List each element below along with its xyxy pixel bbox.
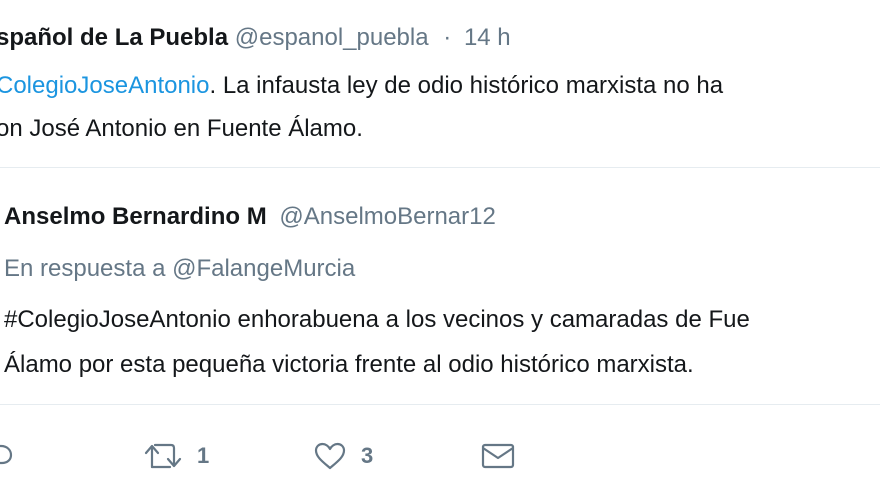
tweet-header: Anselmo Bernardino M @AnselmoBernar12 — [4, 201, 496, 233]
retweet-icon — [144, 443, 182, 469]
author-name[interactable]: Anselmo Bernardino M — [4, 203, 267, 230]
tweet-text-line-2: on José Antonio en Fuente Álamo. — [0, 115, 363, 142]
tweet-actions: 1 3 — [0, 434, 880, 478]
like-button[interactable]: 3 — [313, 434, 373, 478]
timestamp[interactable]: 14 h — [464, 24, 511, 51]
like-count: 3 — [361, 443, 374, 468]
author-handle[interactable]: @AnselmoBernar12 — [279, 203, 495, 230]
reply-context[interactable]: En respuesta a @FalangeMurcia — [4, 253, 355, 285]
tweet-text-line-1: #ColegioJoseAntonio enhorabuena a los ve… — [4, 306, 750, 333]
divider — [0, 404, 880, 405]
retweet-count: 1 — [197, 443, 210, 468]
tweet-text: ColegioJoseAntonio. La infausta ley de o… — [0, 64, 723, 150]
tweet-text-line-2: Álamo por esta pequeña victoria frente a… — [4, 351, 694, 378]
author-handle[interactable]: @espanol_puebla — [235, 24, 429, 51]
tweet-header: spañol de La Puebla @espanol_puebla · 14… — [0, 22, 511, 54]
tweet-text-rest: . La infausta ley de odio histórico marx… — [209, 72, 724, 99]
direct-message-button[interactable] — [481, 434, 515, 478]
separator-dot: · — [443, 24, 452, 51]
reply-button[interactable] — [0, 434, 14, 478]
retweet-button[interactable]: 1 — [143, 434, 209, 478]
author-name[interactable]: spañol de La Puebla — [0, 24, 228, 51]
tweet-text: #ColegioJoseAntonio enhorabuena a los ve… — [4, 297, 750, 387]
hashtag-link[interactable]: ColegioJoseAntonio — [0, 72, 209, 99]
tweet-text-line-1: ColegioJoseAntonio. La infausta ley de o… — [0, 64, 723, 107]
tweet-parent[interactable]: spañol de La Puebla @espanol_puebla · 14… — [0, 0, 880, 168]
envelope-icon — [481, 443, 515, 469]
heart-icon — [314, 442, 346, 470]
reply-icon — [0, 444, 13, 465]
